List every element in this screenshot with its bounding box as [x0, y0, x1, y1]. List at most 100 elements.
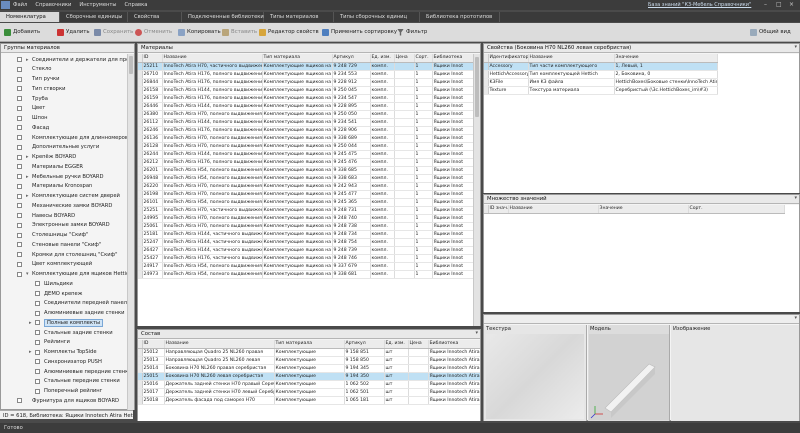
- table-row[interactable]: 26136 InnoTech Atira H70, полного выдвиже…: [138, 134, 474, 143]
- table-row[interactable]: 25012 Направляющая Quadro 25 NL260 правая…: [138, 348, 480, 357]
- table-row[interactable]: 26158 InnoTech Atira H144, полного выдвиж…: [138, 86, 474, 95]
- checkbox[interactable]: [17, 271, 22, 277]
- table-row[interactable]: 25017 Держатель задней стенки H70 левый С…: [138, 388, 480, 397]
- menu-item[interactable]: Справка: [125, 2, 148, 8]
- filter-button[interactable]: Фильтр: [397, 27, 427, 37]
- column-header[interactable]: ID: [142, 340, 165, 349]
- checkbox[interactable]: [17, 242, 22, 248]
- tree-item[interactable]: ДЕМО крепеж: [29, 289, 82, 298]
- checkbox[interactable]: [17, 154, 22, 160]
- checkbox[interactable]: [17, 105, 22, 111]
- checkbox[interactable]: [35, 378, 40, 384]
- table-row[interactable]: 25181 InnoTech Atira H144, частичного выд…: [138, 230, 474, 239]
- checkbox[interactable]: [17, 261, 22, 267]
- collapse-icon[interactable]: ▾: [475, 330, 478, 336]
- table-row[interactable]: 26201 InnoTech Atira H54, полного выдвиже…: [138, 166, 474, 175]
- checkbox[interactable]: [17, 232, 22, 238]
- table-row[interactable]: 26128 InnoTech Atira H70, полного выдвиже…: [138, 142, 474, 151]
- table-row[interactable]: 25015 Боковина H70 NL260 левая серебриста…: [138, 372, 480, 381]
- table-row[interactable]: Accessory Тип части комплектующего 1, Левы…: [484, 62, 718, 71]
- table-row[interactable]: Texture Текстура материала Серебристый (\3…: [484, 86, 718, 95]
- tree-item[interactable]: Электронные замки BOYARD: [17, 221, 110, 230]
- table-row[interactable]: 25014 Боковина H70 NL260 правая серебрист…: [138, 364, 480, 373]
- table-row[interactable]: 25211 InnoTech Atira H70, частичного выдв…: [138, 62, 474, 71]
- tree-item[interactable]: Труба: [17, 94, 48, 103]
- column-header[interactable]: Тип материала: [274, 340, 345, 349]
- tab[interactable]: Библиотека прототипов: [420, 12, 500, 22]
- tree-item[interactable]: Стекло: [17, 65, 51, 74]
- checkbox[interactable]: [17, 203, 22, 209]
- tree-item[interactable]: ▸ Комплектующие систем дверей: [17, 192, 120, 201]
- menu-item[interactable]: Инструменты: [79, 2, 116, 8]
- column-header[interactable]: Идентификатор: [488, 54, 529, 63]
- checkbox[interactable]: [35, 388, 40, 394]
- table-row[interactable]: 26112 InnoTech Atira H144, полного выдвиж…: [138, 118, 474, 127]
- table-row[interactable]: 26948 InnoTech Atira H54, полного выдвиже…: [138, 174, 474, 183]
- tree-item[interactable]: ▸ Полные комплекты: [29, 318, 104, 327]
- tab[interactable]: Подключенные библиотеки: [182, 12, 264, 22]
- tree-item[interactable]: Алюминиевые передние стенки: [29, 367, 132, 376]
- checkbox[interactable]: [35, 330, 40, 335]
- table-row[interactable]: 25016 Держатель задней стенки H70 правый …: [138, 380, 480, 389]
- table-row[interactable]: 26710 InnoTech Atira H176, полного выдвиж…: [138, 70, 474, 79]
- column-header[interactable]: Библиотека: [432, 54, 474, 63]
- checkbox[interactable]: [35, 310, 40, 316]
- column-header[interactable]: Ед. изм.: [384, 340, 409, 349]
- tab[interactable]: Свойства: [128, 12, 182, 22]
- column-header[interactable]: Название: [164, 340, 275, 349]
- tree-item[interactable]: Шпон: [17, 114, 48, 123]
- tab[interactable]: Типы сборочных единиц: [334, 12, 420, 22]
- tree-item[interactable]: ▸ Крепёж BOYARD: [17, 153, 76, 162]
- copy-button[interactable]: Копировать: [178, 27, 221, 37]
- column-header[interactable]: Название: [528, 54, 615, 63]
- tree-item[interactable]: Цвет комплектующей: [17, 260, 92, 269]
- tree-item[interactable]: Кромки для столешниц "Скиф": [17, 250, 117, 259]
- tree-item[interactable]: Соединители передней панели: [29, 299, 130, 308]
- column-header[interactable]: Артикул: [344, 340, 385, 349]
- checkbox[interactable]: [17, 164, 22, 170]
- apply-sort-button[interactable]: Применить сортировку: [322, 27, 397, 37]
- checkbox[interactable]: [17, 193, 22, 199]
- tree-item[interactable]: ▸ Комплекты TopSide: [29, 348, 97, 357]
- tree-item[interactable]: ▸ Соединители и держатели для профиля: [17, 55, 134, 64]
- checkbox[interactable]: [17, 96, 22, 101]
- table-row[interactable]: 26159 InnoTech Atira H176, полного выдвиж…: [138, 94, 474, 103]
- save-button[interactable]: Сохранить: [94, 27, 133, 37]
- checkbox[interactable]: [35, 339, 40, 345]
- tree-item[interactable]: Шильдики: [29, 279, 73, 288]
- maximize-icon[interactable]: □: [776, 1, 782, 8]
- column-header[interactable]: Тип материала: [262, 54, 333, 63]
- tree-item[interactable]: Синхронизатор PUSH: [29, 357, 102, 366]
- tree-item[interactable]: Цвет: [17, 104, 45, 113]
- table-row[interactable]: 26427 InnoTech Atira H144, частичного выд…: [138, 246, 474, 255]
- tree-item[interactable]: ▸ Мебельные ручки BOYARD: [17, 172, 104, 181]
- checkbox[interactable]: [35, 359, 40, 365]
- table-row[interactable]: 25251 InnoTech Atira H70, частичного выдв…: [138, 206, 474, 215]
- tree-item[interactable]: Алюминиевые задние стенки: [29, 309, 125, 318]
- table-row[interactable]: 26246 InnoTech Atira H176, полного выдвиж…: [138, 126, 474, 135]
- checkbox[interactable]: [17, 144, 22, 150]
- paste-button[interactable]: Вставить: [222, 27, 257, 37]
- tab[interactable]: Сборочные единицы: [60, 12, 128, 22]
- checkbox[interactable]: [17, 66, 22, 72]
- checkbox[interactable]: [17, 135, 22, 140]
- materials-scrollbar[interactable]: [473, 54, 480, 326]
- checkbox[interactable]: [17, 76, 22, 82]
- tree-item[interactable]: Фурнитура для ящиков BOYARD: [17, 396, 119, 405]
- tree-scrollbar[interactable]: [127, 54, 134, 410]
- table-row[interactable]: 25013 Направляющая Quadro 25 NL260 левая К…: [138, 356, 480, 365]
- tree-item[interactable]: Фасад: [17, 123, 49, 132]
- tree-item[interactable]: Столешницы "Скиф": [17, 231, 88, 240]
- checkbox[interactable]: [35, 300, 40, 306]
- cancel-button[interactable]: Отменить: [135, 27, 172, 37]
- collapse-icon[interactable]: ▾: [794, 44, 797, 50]
- table-row[interactable]: 26380 InnoTech Atira H70, полного выдвиже…: [138, 110, 474, 119]
- collapse-icon[interactable]: ▾: [794, 195, 797, 201]
- tree-item[interactable]: Тип створки: [17, 84, 65, 93]
- tree-item[interactable]: Навесы BOYARD: [17, 211, 75, 220]
- column-header[interactable]: Библиотека: [428, 340, 480, 349]
- table-row[interactable]: 24995 InnoTech Atira H70, полного выдвиже…: [138, 214, 474, 223]
- tree-item[interactable]: Тип ручки: [17, 75, 60, 84]
- tree-item[interactable]: Материалы Kronospan: [17, 182, 92, 191]
- checkbox[interactable]: [17, 213, 22, 218]
